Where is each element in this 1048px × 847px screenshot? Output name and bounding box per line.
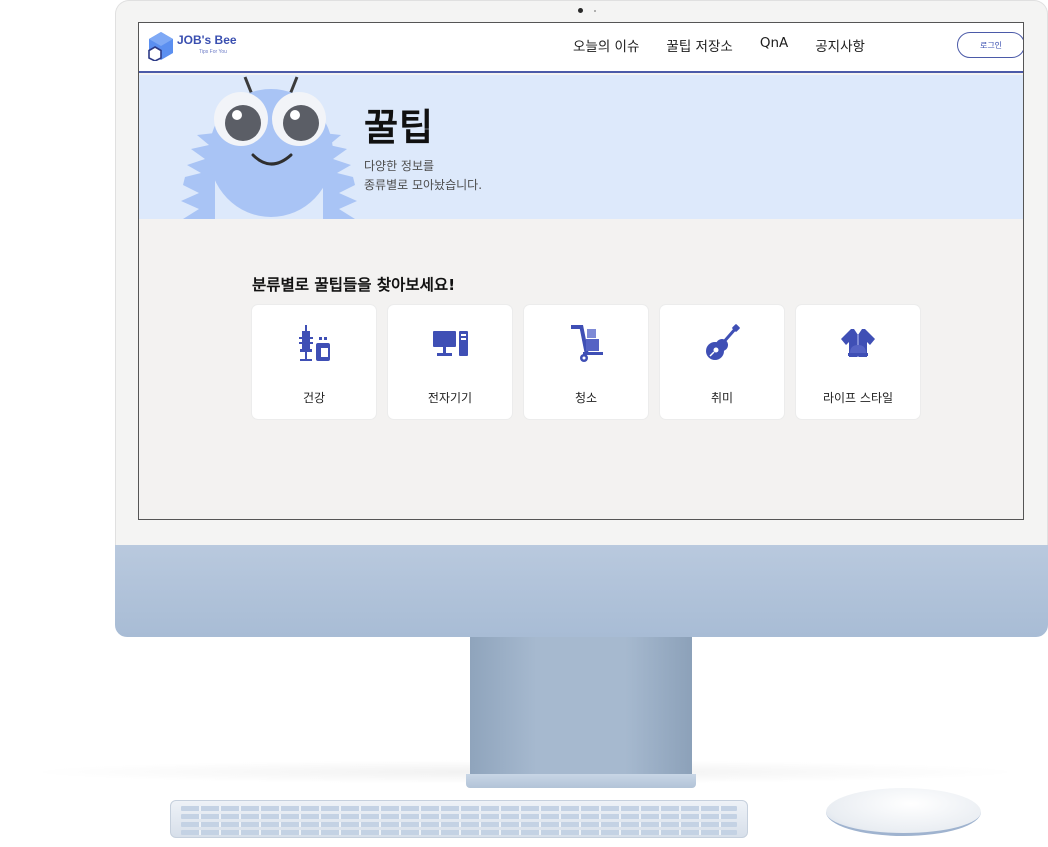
category-label: 건강 xyxy=(302,391,326,405)
category-card-hobby[interactable]: 취미 xyxy=(660,305,784,419)
category-card-lifestyle[interactable]: 라이프 스타일 xyxy=(796,305,920,419)
screen: JOB's Bee Tips For You 오늘의 이슈 꿀팁 저장소 QnA… xyxy=(138,22,1024,520)
mouse xyxy=(826,788,981,836)
category-card-electronics[interactable]: 전자기기 xyxy=(388,305,512,419)
category-label: 전자기기 xyxy=(427,391,473,405)
nav-item-qna[interactable]: QnA xyxy=(760,35,788,53)
nav-menu: 오늘의 이슈 꿀팁 저장소 QnA 공지사항 xyxy=(573,35,892,55)
keyboard-row xyxy=(181,814,737,819)
nav-item-today-issue[interactable]: 오늘의 이슈 xyxy=(573,35,639,55)
monitor-stand-foot xyxy=(466,774,696,788)
clothes-icon xyxy=(841,329,875,357)
logo-title: JOB's Bee xyxy=(177,33,237,47)
category-label: 취미 xyxy=(710,391,734,405)
keyboard xyxy=(170,800,748,838)
hero-subtitle-line1: 다양한 정보를 xyxy=(364,159,435,173)
syringe-medicine-icon xyxy=(299,325,330,361)
category-label: 라이프 스타일 xyxy=(822,391,894,405)
navbar: JOB's Bee Tips For You 오늘의 이슈 꿀팁 저장소 QnA… xyxy=(139,23,1023,73)
keyboard-row xyxy=(181,822,737,827)
imac-mockup: JOB's Bee Tips For You 오늘의 이슈 꿀팁 저장소 QnA… xyxy=(0,0,1048,847)
hexagon-logo-icon xyxy=(148,32,173,61)
login-button[interactable]: 로그인 xyxy=(957,32,1023,58)
monitor-chin xyxy=(115,545,1048,637)
keyboard-row xyxy=(181,806,737,811)
nav-item-notice[interactable]: 공지사항 xyxy=(815,35,865,55)
computer-icon xyxy=(433,331,468,356)
category-card-health[interactable]: 건강 xyxy=(252,305,376,419)
bee-mascot-icon xyxy=(181,76,357,219)
camera-icon xyxy=(578,8,583,13)
category-card-cleaning[interactable]: 청소 xyxy=(524,305,648,419)
nav-item-tip-storage[interactable]: 꿀팁 저장소 xyxy=(666,35,732,55)
hero-banner: 꿀팁 다양한 정보를 종류별로 모아놨습니다. xyxy=(139,75,1023,219)
logo-subtitle: Tips For You xyxy=(199,49,227,55)
guitar-icon xyxy=(706,324,740,360)
category-heading: 분류별로 꿀팁들을 찾아보세요! xyxy=(252,276,456,294)
category-cards: 건강 전자기기 청소 취미 라이프 스타일 xyxy=(252,305,932,419)
sensor-dot xyxy=(594,10,596,12)
keyboard-row xyxy=(181,830,737,835)
logo[interactable]: JOB's Bee Tips For You xyxy=(147,29,257,63)
hero-subtitle-line2: 종류별로 모아놨습니다. xyxy=(364,178,483,192)
hero-subtitle: 다양한 정보를 종류별로 모아놨습니다. xyxy=(364,157,482,195)
monitor-stand xyxy=(470,637,692,777)
category-label: 청소 xyxy=(574,391,598,405)
hand-truck-icon xyxy=(571,325,603,362)
page-title: 꿀팁 xyxy=(364,106,435,149)
